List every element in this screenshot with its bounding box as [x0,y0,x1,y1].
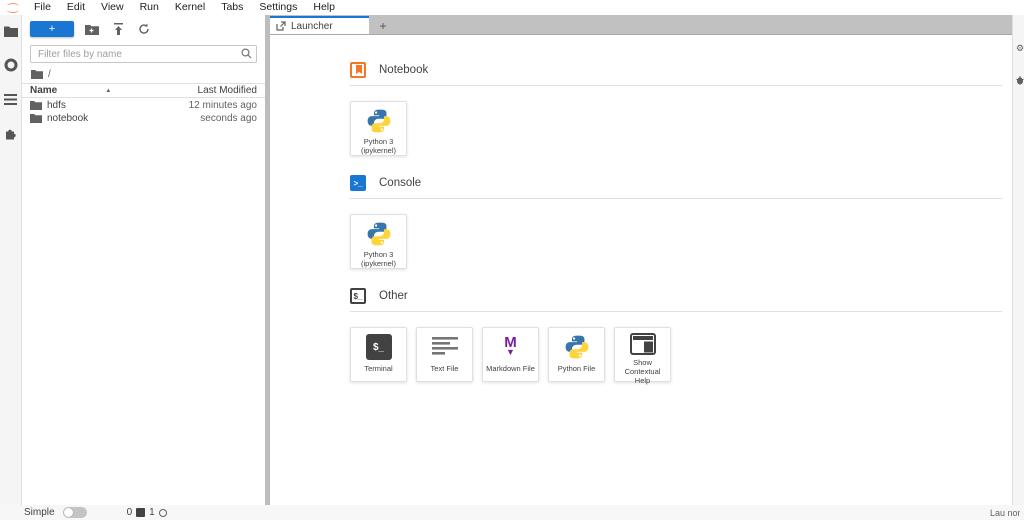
section-divider [350,198,1002,199]
card-label: Python File [558,364,596,373]
right-sidebar-strip: ⚙ [1012,15,1024,505]
running-sessions-icon[interactable] [3,57,19,73]
launcher-card-terminal[interactable]: $_ Terminal [350,327,407,382]
python-icon [366,107,392,134]
menu-run[interactable]: Run [132,0,167,15]
menu-settings[interactable]: Settings [251,0,305,15]
breadcrumb[interactable]: / [22,65,265,83]
file-list-header: Name ▲ Last Modified [22,83,265,98]
menu-file[interactable]: File [26,0,59,15]
notebook-icon [350,62,366,78]
terminal-status-icon [136,508,145,517]
kernel-count: 1 [149,507,155,518]
sort-asc-icon[interactable]: ▲ [105,88,111,94]
kernel-terminal-sessions[interactable]: 0 1 [127,507,167,518]
card-label: Python 3 (ipykernel) [361,250,396,268]
table-of-contents-icon[interactable] [3,91,19,107]
launcher-card-markdown-file[interactable]: M ▼ Markdown File [482,327,539,382]
tab-bar: Launcher + [270,15,1012,34]
folder-icon [30,113,42,123]
file-browser-tab-icon[interactable] [3,23,19,39]
breadcrumb-root[interactable]: / [48,69,51,80]
file-row-notebook[interactable]: notebook seconds ago [22,112,265,124]
card-label: Show Contextual Help [615,358,670,385]
simple-mode-toggle[interactable] [63,507,87,518]
search-icon [241,48,252,62]
menu-kernel[interactable]: Kernel [167,0,213,15]
text-file-icon [432,333,458,361]
card-label: Python 3 (ipykernel) [361,137,396,155]
simple-mode-label: Simple [24,507,55,518]
file-modified: 12 minutes ago [189,100,257,111]
status-bar: Simple 0 1 Lau norm [0,505,1024,520]
tab-launcher[interactable]: Launcher [270,16,369,34]
tab-label: Launcher [291,21,333,32]
terminal-icon: $_ [366,334,392,360]
file-filter [30,45,257,63]
refresh-icon[interactable] [136,21,152,37]
main-body: + [0,15,1024,505]
file-name: hdfs [47,100,66,111]
file-browser-panel: + [22,15,265,505]
file-name: notebook [47,113,88,124]
card-label: Terminal [364,364,392,373]
section-title: Notebook [379,64,428,76]
file-browser-toolbar: + [22,17,265,41]
section-notebook: Notebook [350,62,1002,156]
main-dock-panel: Launcher + Notebook [270,15,1012,505]
folder-icon [30,100,42,110]
launcher-card-contextual-help[interactable]: Show Contextual Help [614,327,671,382]
new-launcher-button[interactable]: + [30,21,74,37]
file-row-hdfs[interactable]: hdfs 12 minutes ago [22,99,265,111]
section-other: $_ Other $_ Terminal [350,288,1002,382]
launcher-panel: Notebook [270,34,1012,505]
python-icon [564,333,590,361]
column-name[interactable]: Name [30,85,57,96]
python-icon [366,220,392,247]
card-label: Text File [431,364,459,373]
filter-files-input[interactable] [30,45,257,63]
menu-tabs[interactable]: Tabs [213,0,251,15]
menu-view[interactable]: View [93,0,132,15]
menu-edit[interactable]: Edit [59,0,93,15]
launcher-card-text-file[interactable]: Text File [416,327,473,382]
left-sidebar-strip [0,15,22,505]
menubar: File Edit View Run Kernel Tabs Settings … [0,0,1024,15]
section-title: Console [379,177,421,189]
section-console: >_ Console [350,175,1002,269]
property-inspector-icon[interactable]: ⚙ [1016,43,1024,54]
contextual-help-icon [630,333,656,355]
launcher-card-python-file[interactable]: Python File [548,327,605,382]
new-folder-icon[interactable] [84,21,100,37]
upload-icon[interactable] [110,21,126,37]
jupyterlab-app: File Edit View Run Kernel Tabs Settings … [0,0,1024,520]
debugger-icon[interactable] [1016,76,1024,87]
jupyter-logo-icon [0,2,26,14]
launcher-tab-icon [276,21,286,31]
console-icon: >_ [350,175,366,191]
terminal-count: 0 [127,507,133,518]
menu-help[interactable]: Help [305,0,343,15]
section-title: Other [379,290,408,302]
status-right-text: Lau norm [990,508,1020,518]
card-label: Markdown File [486,364,535,373]
add-tab-button[interactable]: + [371,18,395,34]
file-modified: seconds ago [200,113,257,124]
section-divider [350,311,1002,312]
section-divider [350,85,1002,86]
column-last-modified[interactable]: Last Modified [198,85,257,96]
kernel-status-icon [159,509,167,517]
markdown-icon: M ▼ [504,338,517,356]
home-folder-icon [31,69,43,79]
launcher-card-notebook-python3[interactable]: Python 3 (ipykernel) [350,101,407,156]
terminal-section-icon: $_ [350,288,366,304]
launcher-card-console-python3[interactable]: Python 3 (ipykernel) [350,214,407,269]
extension-manager-icon[interactable] [3,125,19,141]
